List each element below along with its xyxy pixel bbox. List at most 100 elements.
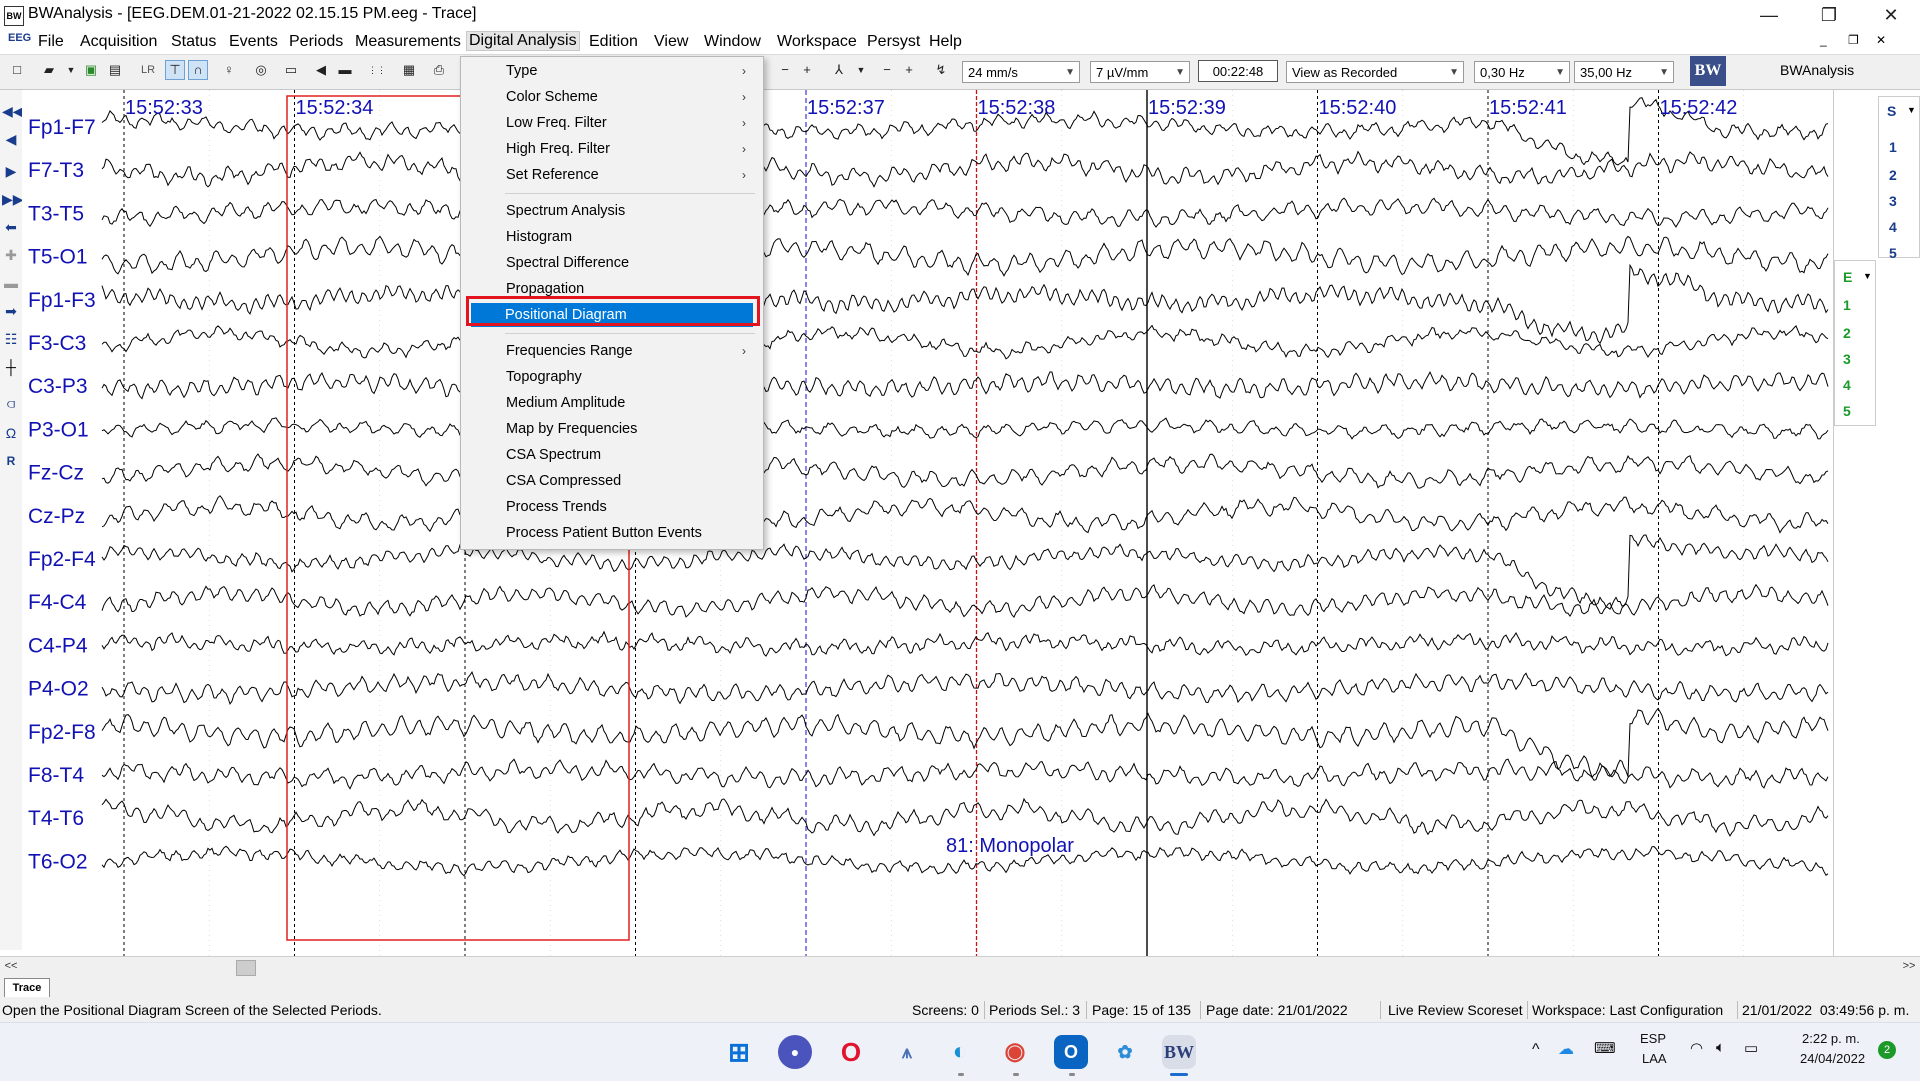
opera-icon[interactable]: O — [834, 1035, 868, 1069]
clock-date[interactable]: 24/04/2022 — [1800, 1051, 1865, 1066]
high-filter-select[interactable]: 35,00 Hz ▼ — [1574, 61, 1674, 83]
horizontal-scrollbar[interactable]: << >> — [0, 956, 1920, 978]
menu-item-low-freq-filter[interactable]: Low Freq. Filter › — [462, 111, 762, 135]
channel-label[interactable]: T5-O1 — [28, 246, 88, 269]
wifi-icon[interactable]: ◠ — [1690, 1039, 1703, 1057]
menu-workspace[interactable]: Workspace — [777, 33, 857, 51]
channel-label[interactable]: Fp2-F8 — [28, 721, 96, 744]
channel-label[interactable]: T3-T5 — [28, 202, 84, 225]
menu-item-set-reference[interactable]: Set Reference › — [462, 163, 762, 187]
battery-icon[interactable]: ▭ — [1744, 1039, 1758, 1057]
channel-list-icon[interactable]: ☷ — [2, 330, 20, 348]
maximize-button[interactable]: ❐ — [1800, 0, 1858, 30]
event-item[interactable]: 2 — [1843, 325, 1851, 341]
gain-plus-icon[interactable]: + — [900, 61, 918, 79]
ohm-icon[interactable]: Ω — [2, 424, 20, 442]
keyboard-layout[interactable]: LAA — [1642, 1051, 1667, 1066]
chat-icon[interactable]: ● — [778, 1035, 812, 1069]
view-mode-select[interactable]: View as Recorded ▼ — [1286, 61, 1464, 83]
split-icon[interactable]: ⋮⋮ — [368, 61, 386, 79]
event-item[interactable]: 5 — [1843, 403, 1851, 419]
low-filter-select[interactable]: 0,30 Hz ▼ — [1474, 61, 1570, 83]
volume-icon[interactable]: 🔈︎ — [1716, 1039, 1725, 1056]
menu-item-csa-spectrum[interactable]: CSA Spectrum — [462, 443, 762, 467]
mdi-close-button[interactable]: ✕ — [1876, 33, 1886, 47]
menu-item-type[interactable]: Type › — [462, 59, 762, 83]
menu-item-process-trends[interactable]: Process Trends — [462, 495, 762, 519]
amplitude-tool-icon[interactable]: ⅄ — [830, 61, 848, 79]
menu-item-map-by-frequencies[interactable]: Map by Frequencies — [462, 417, 762, 441]
event-item[interactable]: 4 — [1843, 377, 1851, 393]
r-icon[interactable]: R — [2, 452, 20, 470]
keyboard-icon[interactable]: ⌨ — [1594, 1039, 1616, 1057]
menu-item-spectrum-analysis[interactable]: Spectrum Analysis — [462, 199, 762, 223]
open-folder-icon[interactable]: ▰ — [40, 61, 58, 79]
prev-page-icon[interactable]: ◀ — [2, 130, 20, 148]
channel-label[interactable]: Fp1-F3 — [28, 289, 96, 312]
channel-label[interactable]: T6-O2 — [28, 850, 88, 873]
first-page-icon[interactable]: ◀◀ — [2, 102, 24, 120]
channel-label[interactable]: F7-T3 — [28, 159, 84, 182]
scroll-right-button[interactable]: >> — [1900, 958, 1918, 975]
remove-icon[interactable]: ▬ — [2, 274, 20, 292]
screen-item[interactable]: 4 — [1889, 219, 1897, 235]
menu-item-topography[interactable]: Topography — [462, 365, 762, 389]
chevron-down-icon[interactable]: ▼ — [1907, 105, 1916, 115]
open-dropdown-icon[interactable]: ▼ — [62, 61, 80, 79]
speed-select[interactable]: 24 mm/s ▼ — [962, 61, 1080, 83]
menu-item-high-freq-filter[interactable]: High Freq. Filter › — [462, 137, 762, 161]
menu-digital-analysis[interactable]: Digital Analysis — [466, 31, 580, 51]
montage-icon[interactable]: ▭ — [282, 61, 300, 79]
electrode-icon[interactable]: ♀ — [220, 61, 238, 79]
channel-label[interactable]: C3-P3 — [28, 375, 88, 398]
next-page-icon[interactable]: ▶ — [2, 162, 20, 180]
channel-label[interactable]: F3-C3 — [28, 332, 86, 355]
scroll-thumb[interactable] — [236, 960, 256, 976]
channel-label[interactable]: Fp1-F7 — [28, 116, 96, 139]
windows-start-icon[interactable]: ⊞ — [722, 1035, 756, 1069]
trace-mode-icon[interactable]: ⊤ — [165, 60, 185, 80]
channel-label[interactable]: C4-P4 — [28, 634, 88, 657]
video-icon[interactable]: ▬ — [336, 61, 354, 79]
menu-persyst[interactable]: Persyst — [867, 33, 920, 51]
print-preview-icon[interactable]: ▦ — [400, 61, 418, 79]
forward-arrow-icon[interactable]: ➡ — [2, 302, 20, 320]
menu-help[interactable]: Help — [929, 33, 962, 51]
tab-trace[interactable]: Trace — [4, 978, 50, 997]
menu-item-process-patient-button-events[interactable]: Process Patient Button Events — [462, 521, 762, 545]
menu-file[interactable]: File — [38, 33, 64, 51]
menu-item-frequencies-range[interactable]: Frequencies Range › — [462, 339, 762, 363]
tray-chevron-icon[interactable]: ^ — [1532, 1041, 1540, 1059]
menu-view[interactable]: View — [654, 33, 688, 51]
channel-label[interactable]: Fp2-F4 — [28, 548, 96, 571]
screen-item[interactable]: 1 — [1889, 139, 1897, 155]
monitor-app-icon[interactable]: ⩚ — [890, 1035, 924, 1069]
add-icon[interactable]: ✚ — [2, 246, 20, 264]
menu-item-csa-compressed[interactable]: CSA Compressed — [462, 469, 762, 493]
print-icon[interactable]: ⎙ — [430, 61, 448, 79]
scroll-left-button[interactable]: << — [2, 958, 20, 975]
save-page-icon[interactable]: ▤ — [106, 61, 124, 79]
menu-window[interactable]: Window — [704, 33, 761, 51]
chrome-icon[interactable]: ◉ — [998, 1035, 1032, 1069]
menu-item-spectral-difference[interactable]: Spectral Difference — [462, 251, 762, 275]
menu-item-color-scheme[interactable]: Color Scheme › — [462, 85, 762, 109]
zoom-minus-icon[interactable]: − — [776, 61, 794, 79]
channel-label[interactable]: Cz-Pz — [28, 505, 85, 528]
last-page-icon[interactable]: ▶▶ — [2, 190, 24, 208]
bw-logo[interactable]: BW — [1690, 56, 1726, 86]
screen-item[interactable]: 3 — [1889, 193, 1897, 209]
sensitivity-select[interactable]: 7 µV/mm ▼ — [1090, 61, 1190, 83]
channel-label[interactable]: P4-O2 — [28, 678, 89, 701]
menu-item-medium-amplitude[interactable]: Medium Amplitude — [462, 391, 762, 415]
menu-item-histogram[interactable]: Histogram — [462, 225, 762, 249]
amplitude-dropdown-icon[interactable]: ▼ — [852, 61, 870, 79]
menu-measurements[interactable]: Measurements — [355, 33, 461, 51]
waveform-mode-icon[interactable]: ∩ — [188, 60, 208, 80]
eeg-doc-icon[interactable]: EEG — [8, 32, 31, 44]
new-file-icon[interactable]: □ — [8, 61, 26, 79]
mdi-restore-button[interactable]: ❐ — [1848, 33, 1859, 47]
screen-item[interactable]: 2 — [1889, 167, 1897, 183]
channel-label[interactable]: P3-O1 — [28, 418, 89, 441]
graph-icon[interactable]: ⫏ — [2, 394, 20, 412]
